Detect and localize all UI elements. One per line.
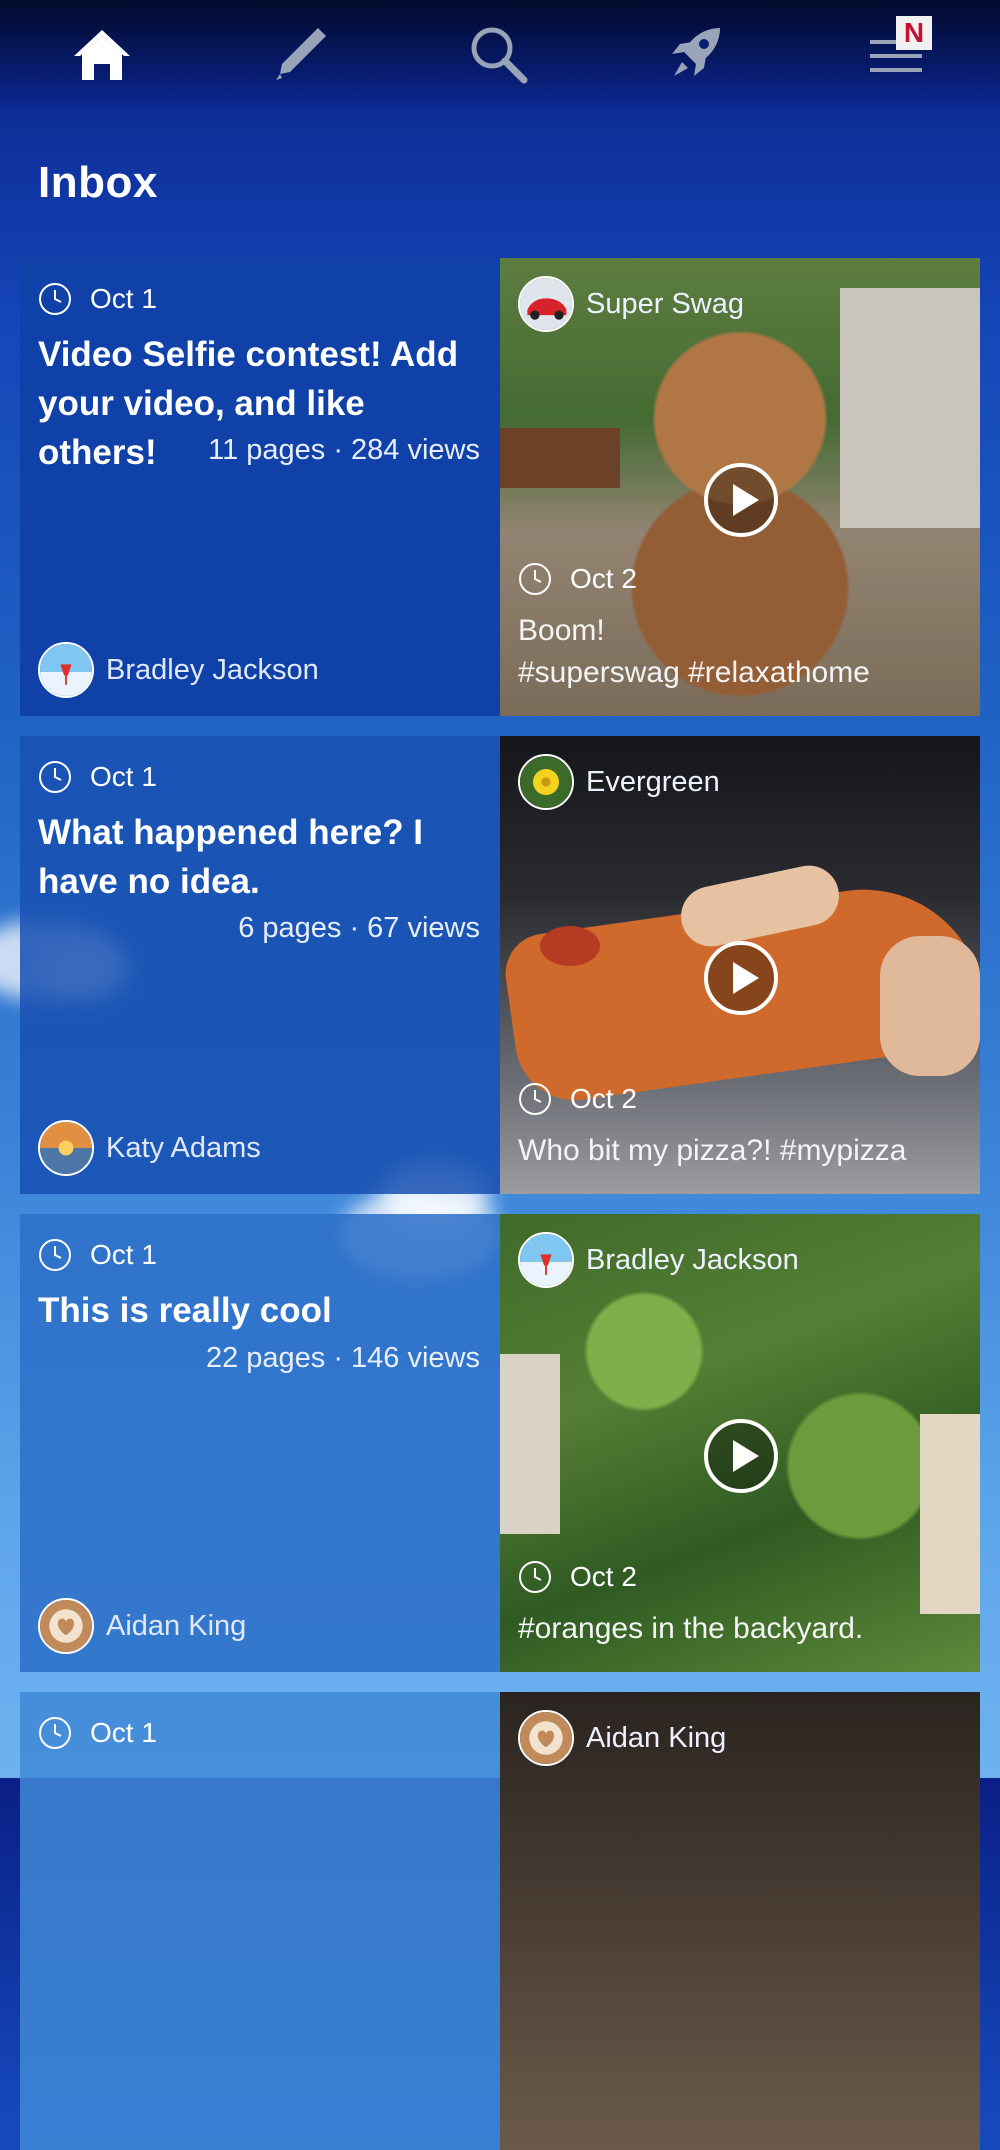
preview-date: Oct 2	[518, 562, 637, 596]
author-name: Katy Adams	[106, 1131, 261, 1164]
post-date: Oct 1	[38, 282, 157, 316]
preview-author-name: Bradley Jackson	[586, 1243, 799, 1276]
post-date: Oct 1	[38, 760, 157, 794]
inbox-item[interactable]: Oct 1 What happened here? I have no idea…	[20, 736, 980, 1194]
avatar	[38, 642, 94, 698]
notification-badge: N	[896, 16, 932, 50]
play-icon[interactable]	[703, 1418, 779, 1494]
nav-home-button[interactable]	[62, 18, 142, 90]
caption-line: Boom!	[518, 614, 605, 647]
clock-icon	[39, 283, 71, 315]
caption-line: #oranges in the backyard.	[518, 1612, 864, 1645]
post-stats: 22 pages · 146 views	[205, 1342, 480, 1374]
nav-explore-button[interactable]	[656, 18, 736, 90]
clock-icon	[39, 761, 71, 793]
caption-line: #superswag #relaxathome	[518, 656, 870, 689]
preview-author-name: Super Swag	[586, 287, 744, 320]
home-icon	[74, 30, 130, 80]
post-summary-panel[interactable]: Oct 1	[20, 1692, 500, 2150]
post-date: Oct 1	[38, 1716, 157, 1750]
preview-author[interactable]: Aidan King	[518, 1710, 726, 1766]
pencil-icon	[276, 28, 326, 80]
clock-icon	[519, 563, 551, 595]
preview-author[interactable]: Bradley Jackson	[518, 1232, 799, 1288]
preview-author[interactable]: Super Swag	[518, 276, 744, 332]
avatar	[518, 1710, 574, 1766]
nav-search-button[interactable]	[458, 18, 538, 90]
preview-date: Oct 2	[518, 1560, 637, 1594]
clock-icon	[519, 1083, 551, 1115]
date-text: Oct 2	[570, 1561, 637, 1592]
author-name: Aidan King	[106, 1609, 247, 1642]
post-summary-panel[interactable]: Oct 1 What happened here? I have no idea…	[20, 736, 500, 1194]
play-icon[interactable]	[703, 940, 779, 1016]
video-preview[interactable]: Evergreen Oct 2 Who bit my pizza?! #mypi…	[500, 736, 980, 1194]
avatar	[38, 1598, 94, 1654]
post-author[interactable]: Katy Adams	[38, 1120, 261, 1176]
caption-line: Who bit my pizza?! #mypizza	[518, 1134, 907, 1167]
avatar	[38, 1120, 94, 1176]
preview-caption: Who bit my pizza?! #mypizza	[518, 1130, 906, 1172]
avatar	[518, 754, 574, 810]
post-summary-panel[interactable]: Oct 1 This is really cool 22 pages · 146…	[20, 1214, 500, 1672]
post-title: This is really cool	[38, 1291, 332, 1330]
preview-caption: #oranges in the backyard.	[518, 1608, 863, 1650]
video-preview[interactable]: Bradley Jackson Oct 2 #oranges in the ba…	[500, 1214, 980, 1672]
nav-create-button[interactable]	[260, 18, 340, 90]
post-stats: 11 pages · 284 views	[208, 434, 480, 466]
rocket-icon	[672, 28, 720, 76]
date-text: Oct 1	[90, 1239, 157, 1270]
inbox-item[interactable]: Oct 1 This is really cool 22 pages · 146…	[20, 1214, 980, 1672]
avatar	[518, 276, 574, 332]
preview-caption: Boom! #superswag #relaxathome	[518, 610, 870, 694]
preview-author-name: Aidan King	[586, 1721, 727, 1754]
page-title: Inbox	[38, 158, 158, 207]
date-text: Oct 1	[90, 283, 157, 314]
post-stats: 6 pages · 67 views	[238, 912, 480, 944]
clock-icon	[39, 1717, 71, 1749]
clock-icon	[39, 1239, 71, 1271]
author-name: Bradley Jackson	[106, 653, 319, 686]
date-text: Oct 1	[90, 1717, 157, 1748]
top-nav-bar: N	[0, 0, 1000, 112]
play-icon[interactable]	[703, 462, 779, 538]
preview-date: Oct 2	[518, 1082, 637, 1116]
post-author[interactable]: Aidan King	[38, 1598, 246, 1654]
post-title: What happened here? I have no idea.	[38, 813, 424, 901]
date-text: Oct 2	[570, 563, 637, 594]
nav-menu-button[interactable]: N	[858, 16, 938, 90]
date-text: Oct 2	[570, 1083, 637, 1114]
avatar	[518, 1232, 574, 1288]
preview-author[interactable]: Evergreen	[518, 754, 720, 810]
post-date: Oct 1	[38, 1238, 157, 1272]
inbox-item[interactable]: Oct 1 Video Selfie contest! Add your vid…	[20, 258, 980, 716]
post-summary-panel[interactable]: Oct 1 Video Selfie contest! Add your vid…	[20, 258, 500, 716]
video-preview[interactable]: Super Swag Oct 2 Boom! #superswag #relax…	[500, 258, 980, 716]
post-author[interactable]: Bradley Jackson	[38, 642, 319, 698]
date-text: Oct 1	[90, 761, 157, 792]
inbox-item[interactable]: Oct 1 Aidan King	[20, 1692, 980, 2150]
preview-author-name: Evergreen	[586, 765, 720, 798]
video-preview[interactable]: Aidan King	[500, 1692, 980, 2150]
clock-icon	[519, 1561, 551, 1593]
search-icon	[471, 27, 528, 84]
